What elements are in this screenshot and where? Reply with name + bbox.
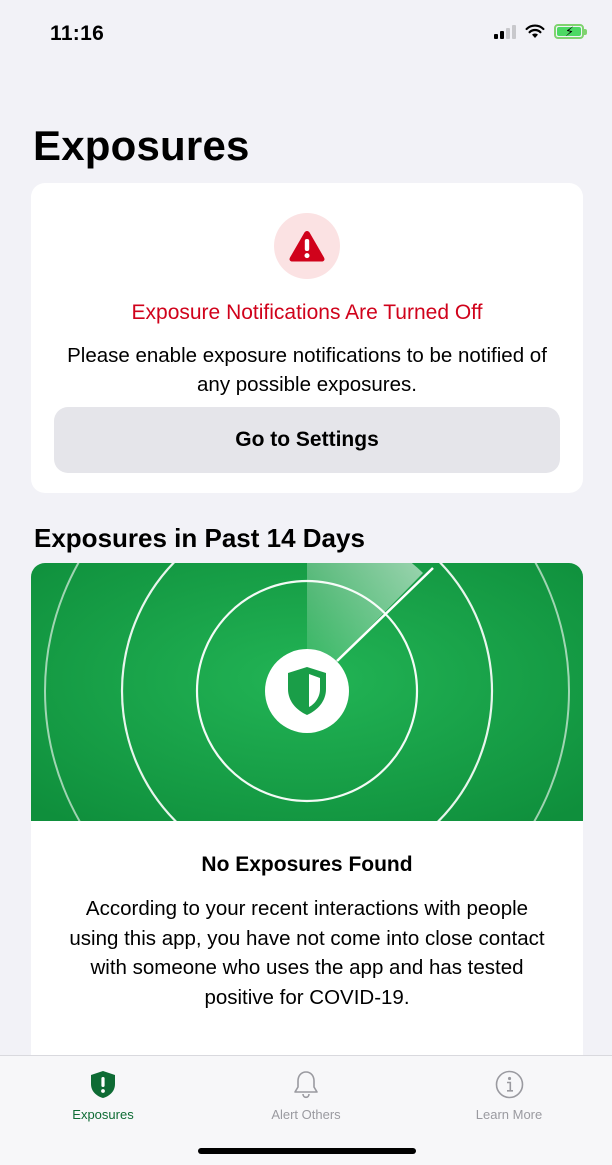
status-icons: ⚡ — [494, 24, 587, 39]
cellular-signal-icon — [494, 24, 516, 39]
wifi-icon — [525, 24, 545, 38]
tab-alert-others[interactable]: Alert Others — [226, 1070, 386, 1122]
tab-label: Alert Others — [271, 1107, 341, 1122]
go-to-settings-button[interactable]: Go to Settings — [54, 407, 560, 473]
battery-charging-icon: ⚡ — [554, 24, 587, 39]
page-title: Exposures — [33, 122, 250, 169]
warning-icon-badge — [274, 213, 340, 279]
home-indicator[interactable] — [198, 1148, 416, 1154]
info-icon — [495, 1070, 523, 1099]
exposure-alert-card: Exposure Notifications Are Turned Off Pl… — [31, 183, 583, 493]
tab-exposures[interactable]: Exposures — [23, 1070, 183, 1122]
tab-learn-more[interactable]: Learn More — [429, 1070, 589, 1122]
radar-illustration — [31, 563, 583, 821]
warning-icon — [289, 231, 325, 262]
exposure-status-card: No Exposures Found According to your rec… — [31, 563, 583, 1055]
status-time: 11:16 — [50, 22, 105, 45]
bell-icon — [294, 1071, 318, 1099]
shield-icon — [91, 1071, 115, 1098]
section-title: Exposures in Past 14 Days — [34, 523, 365, 553]
no-exposures-description: According to your recent interactions wi… — [69, 897, 545, 1009]
status-bar: 11:16 ⚡ — [0, 0, 612, 64]
radar-graphic — [31, 563, 583, 821]
tab-label: Learn More — [475, 1107, 543, 1122]
no-exposures-title: No Exposures Found — [201, 853, 413, 876]
alert-title: Exposure Notifications Are Turned Off — [131, 301, 483, 324]
alert-message: Please enable exposure notifications to … — [67, 344, 547, 396]
tab-label: Exposures — [72, 1107, 134, 1122]
app-screen: 11:16 ⚡ Exposures Exposure Notifications… — [0, 0, 612, 1165]
